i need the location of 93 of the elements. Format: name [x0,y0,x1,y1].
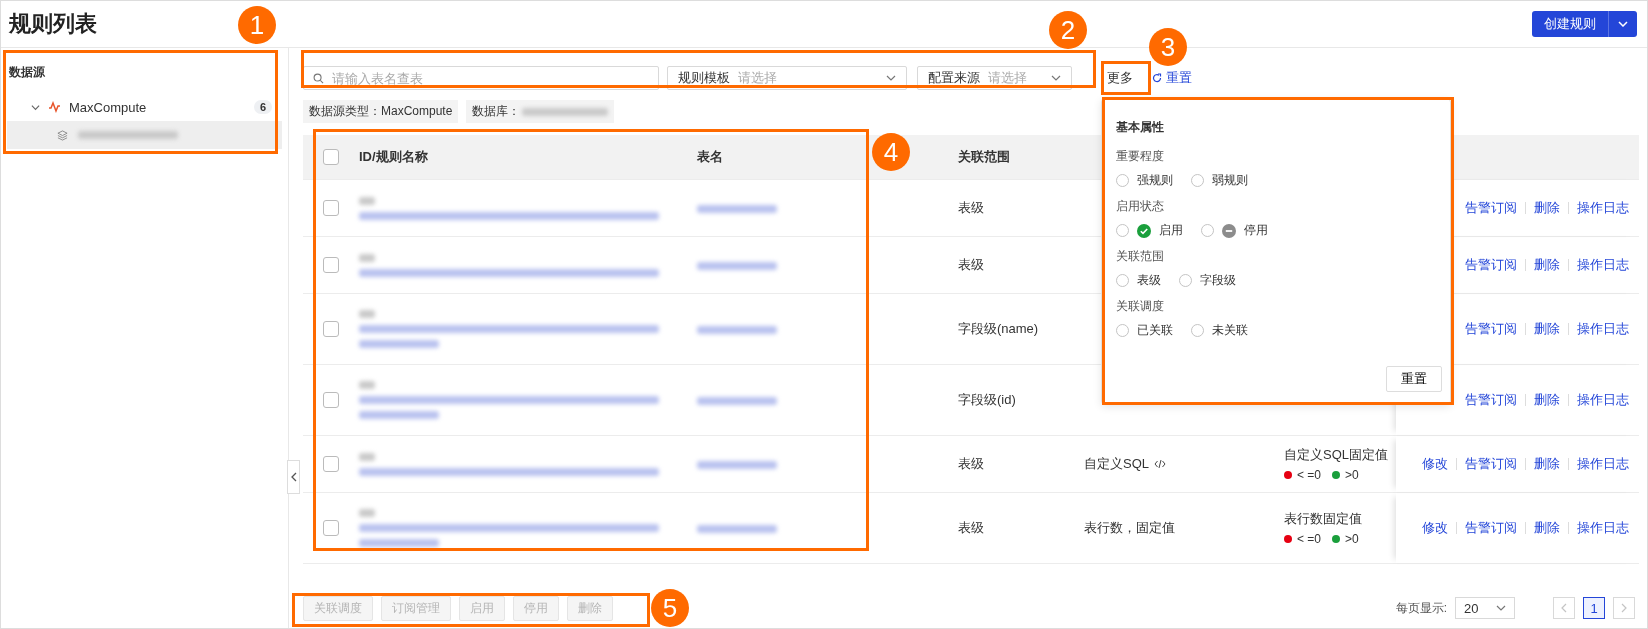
option-label: 强规则 [1137,172,1173,189]
column-header: 关联范围 [958,148,1010,166]
caret-icon [1496,605,1506,611]
action-link[interactable]: 告警订阅 [1465,519,1517,537]
action-link[interactable]: 删除 [1534,455,1560,473]
reset-button[interactable]: 重置 [1386,366,1442,392]
option-label: 未关联 [1212,322,1248,339]
tree-item[interactable] [7,121,282,149]
code-icon [1154,459,1166,469]
caret-icon [1051,75,1061,81]
page-size-label: 每页显示: [1395,599,1447,617]
table-cell-text: 字段级(id) [958,391,1017,409]
chevron-left-icon [290,472,297,482]
option-label: 停用 [1244,222,1268,239]
action-link[interactable]: 删除 [1534,199,1560,217]
table-cell: 自定义SQL [1084,455,1149,473]
threshold-label: >0 [1345,468,1359,482]
checkbox[interactable] [323,520,339,536]
action-link[interactable]: 修改 [1422,519,1448,537]
action-link[interactable]: 操作日志 [1577,199,1629,217]
caret-icon [1618,21,1628,27]
page-button[interactable]: 1 [1583,597,1605,619]
threshold-label: >0 [1345,532,1359,546]
callout-number: 5 [651,589,689,627]
search-field[interactable]: 请输入表名查表 [303,66,659,90]
threshold-label: < =0 [1297,468,1322,482]
action-link[interactable]: 删除 [1534,320,1560,338]
checkbox[interactable] [323,200,339,216]
action-link[interactable]: 告警订阅 [1465,199,1517,217]
callout-number: 3 [1149,28,1187,66]
action-link[interactable]: 告警订阅 [1465,391,1517,409]
option-label: 启用 [1159,222,1183,239]
page-title: 规则列表 [9,10,97,38]
chevron-left-icon [1561,603,1567,613]
callout-number: 2 [1049,11,1087,49]
group-label: 关联范围 [1116,248,1165,265]
check-circle-icon [1137,223,1151,238]
layers-icon [57,129,68,141]
checkbox[interactable] [323,149,339,165]
checkbox[interactable] [323,456,339,472]
info-tag: 数据源类型：MaxCompute [303,100,459,123]
group-label: 重要程度 [1116,148,1165,165]
table-cell-text: 表级 [958,519,985,537]
search-icon [313,73,324,84]
create-rule-button[interactable]: 创建规则 [1532,11,1637,37]
popup-title: 基本属性 [1116,119,1165,136]
reset-link[interactable]: 重置 [1166,69,1192,87]
checkbox[interactable] [323,392,339,408]
page-size-select[interactable]: 20 [1455,597,1515,619]
action-link[interactable]: 操作日志 [1577,320,1629,338]
action-link[interactable]: 修改 [1422,455,1448,473]
action-link[interactable]: 操作日志 [1577,391,1629,409]
action-link[interactable]: 操作日志 [1577,256,1629,274]
minus-circle-icon [1222,223,1236,238]
chevron-right-icon [1621,603,1627,613]
count-badge: 6 [253,100,272,114]
table-cell-text: 自定义SQL固定值 [1284,446,1389,464]
checkbox[interactable] [323,257,339,273]
action-link[interactable]: 告警订阅 [1465,320,1517,338]
sidebar-heading: 数据源 [9,64,46,81]
table-cell-text: 表级 [958,455,985,473]
action-link[interactable]: 删除 [1534,391,1560,409]
refresh-icon [1152,73,1162,83]
option-label: 表级 [1137,272,1161,289]
group-label: 启用状态 [1116,198,1165,215]
table-cell-text: 字段级(name) [958,320,1040,338]
column-header: 表名 [697,148,723,166]
info-tag: 数据库： [466,100,615,123]
option-label: 弱规则 [1212,172,1248,189]
tree-item[interactable]: MaxCompute 6 [7,93,282,121]
option-label: 字段级 [1200,272,1236,289]
checkbox[interactable] [323,321,339,337]
table-cell-text: 表行数固定值 [1284,510,1363,528]
option-label: 已关联 [1137,322,1173,339]
column-header: ID/规则名称 [359,148,428,166]
select-field[interactable]: 配置来源 请选择 [917,66,1072,90]
caret-icon [886,75,896,81]
action-link[interactable]: 操作日志 [1577,519,1629,537]
action-link[interactable]: 告警订阅 [1465,455,1517,473]
collapse-handle[interactable] [287,460,300,494]
select-field[interactable]: 规则模板 请选择 [667,66,907,90]
highlight-frame [1101,61,1151,95]
table-cell-text: 表级 [958,256,985,274]
action-link[interactable]: 操作日志 [1577,455,1629,473]
callout-number: 1 [238,6,276,44]
threshold-label: < =0 [1297,532,1322,546]
table-cell-text: 表级 [958,199,985,217]
action-link[interactable]: 删除 [1534,519,1560,537]
table-cell: 表行数，固定值 [1084,519,1175,537]
group-label: 关联调度 [1116,298,1165,315]
action-link[interactable]: 告警订阅 [1465,256,1517,274]
pulse-icon [48,101,61,113]
action-link[interactable]: 删除 [1534,256,1560,274]
